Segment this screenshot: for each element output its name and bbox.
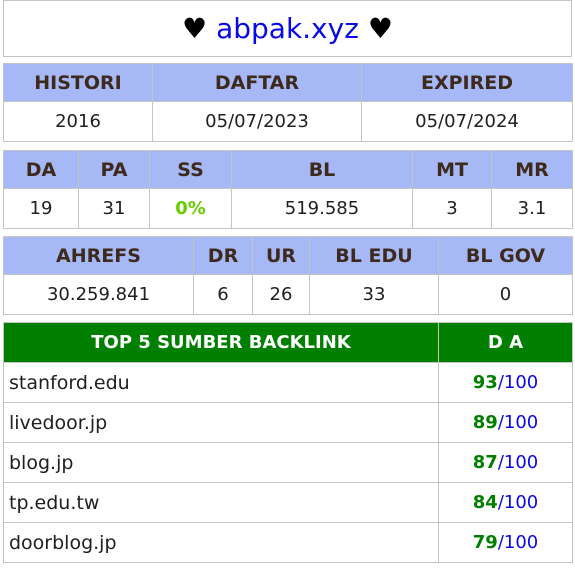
registered-value: 05/07/2023 [152, 101, 362, 142]
pa-value: 31 [78, 188, 150, 229]
backlink-da-header: D A [438, 322, 573, 363]
history-header: HISTORI [3, 63, 153, 102]
backlink-da: 89/100 [438, 402, 573, 443]
table-row: stanford.edu 93/100 [3, 362, 573, 403]
da-score: 89 [472, 412, 498, 433]
history-value-row: 2016 05/07/2023 05/07/2024 [3, 101, 573, 142]
da-max: 100 [503, 412, 539, 433]
metrics-header-row: DA PA SS BL MT MR [3, 150, 573, 189]
ahrefs-value: 30.259.841 [3, 274, 194, 315]
ur-header: UR [252, 236, 310, 275]
domain-name[interactable]: abpak.xyz [216, 12, 359, 45]
mt-header: MT [412, 150, 492, 189]
pa-header: PA [78, 150, 150, 189]
backlink-da: 93/100 [438, 362, 573, 403]
da-value: 19 [3, 188, 79, 229]
bl-edu-value: 33 [309, 274, 439, 315]
da-max: 100 [503, 532, 539, 553]
history-value: 2016 [3, 101, 153, 142]
da-max: 100 [503, 452, 539, 473]
ahrefs-table: AHREFS DR UR BL EDU BL GOV 30.259.841 6 … [3, 236, 573, 315]
ahrefs-value-row: 30.259.841 6 26 33 0 [3, 274, 573, 315]
ahrefs-header-row: AHREFS DR UR BL EDU BL GOV [3, 236, 573, 275]
backlink-da: 84/100 [438, 482, 573, 523]
backlink-source[interactable]: livedoor.jp [3, 402, 439, 443]
da-max: 100 [503, 492, 539, 513]
table-row: livedoor.jp 89/100 [3, 402, 573, 443]
dr-header: DR [193, 236, 253, 275]
bl-gov-header: BL GOV [438, 236, 573, 275]
mt-value: 3 [412, 188, 492, 229]
table-row: doorblog.jp 79/100 [3, 522, 573, 563]
ahrefs-header: AHREFS [3, 236, 194, 275]
backlink-source[interactable]: blog.jp [3, 442, 439, 483]
backlink-table: TOP 5 SUMBER BACKLINK D A stanford.edu 9… [3, 322, 573, 563]
backlink-source[interactable]: stanford.edu [3, 362, 439, 403]
da-score: 84 [472, 492, 498, 513]
history-table: HISTORI DAFTAR EXPIRED 2016 05/07/2023 0… [3, 63, 573, 142]
da-header: DA [3, 150, 79, 189]
da-max: 100 [503, 372, 539, 393]
history-header-row: HISTORI DAFTAR EXPIRED [3, 63, 573, 102]
expired-header: EXPIRED [361, 63, 573, 102]
backlink-da: 79/100 [438, 522, 573, 563]
bl-edu-header: BL EDU [309, 236, 439, 275]
dr-value: 6 [193, 274, 253, 315]
ss-value: 0% [149, 188, 232, 229]
expired-value: 05/07/2024 [361, 101, 573, 142]
bl-header: BL [231, 150, 413, 189]
mr-value: 3.1 [491, 188, 573, 229]
ur-value: 26 [252, 274, 310, 315]
metrics-table: DA PA SS BL MT MR 19 31 0% 519.585 3 3.1 [3, 150, 573, 229]
table-row: tp.edu.tw 84/100 [3, 482, 573, 523]
heart-icon: ♥ [367, 12, 394, 45]
bl-gov-value: 0 [438, 274, 573, 315]
da-score: 93 [472, 372, 498, 393]
backlink-source[interactable]: tp.edu.tw [3, 482, 439, 523]
da-score: 79 [472, 532, 498, 553]
domain-title: ♥ abpak.xyz ♥ [3, 0, 572, 57]
da-score: 87 [472, 452, 498, 473]
bl-value: 519.585 [231, 188, 413, 229]
backlink-source[interactable]: doorblog.jp [3, 522, 439, 563]
backlink-source-header: TOP 5 SUMBER BACKLINK [3, 322, 439, 363]
ss-header: SS [149, 150, 232, 189]
table-row: blog.jp 87/100 [3, 442, 573, 483]
heart-icon: ♥ [181, 12, 208, 45]
backlink-da: 87/100 [438, 442, 573, 483]
registered-header: DAFTAR [152, 63, 362, 102]
metrics-value-row: 19 31 0% 519.585 3 3.1 [3, 188, 573, 229]
backlink-header-row: TOP 5 SUMBER BACKLINK D A [3, 322, 573, 363]
mr-header: MR [491, 150, 573, 189]
